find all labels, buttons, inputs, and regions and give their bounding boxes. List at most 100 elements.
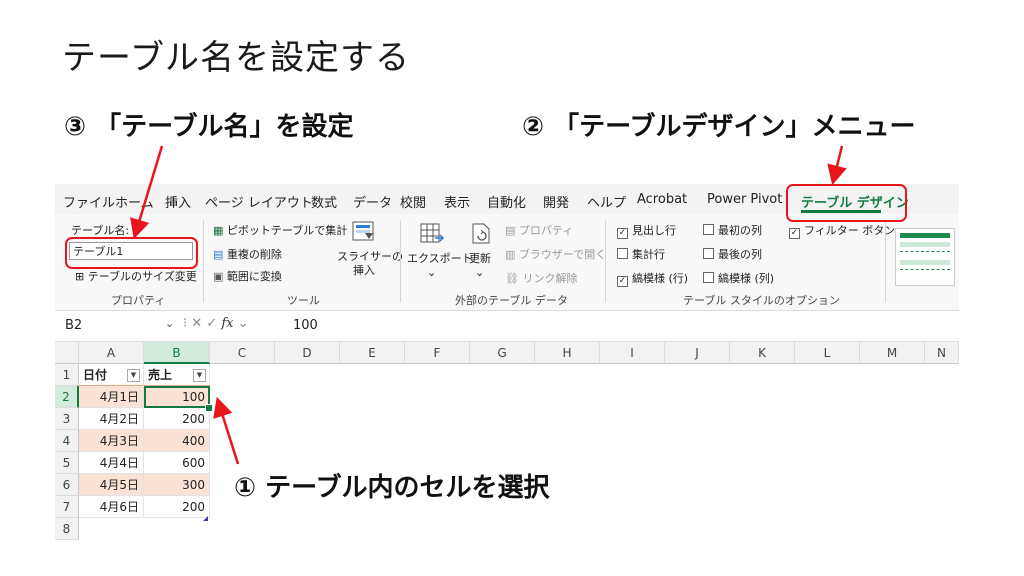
- table-cell[interactable]: 300: [144, 474, 210, 496]
- unlink-button[interactable]: ⛓ リンク解除: [505, 270, 577, 286]
- column-header-e[interactable]: E: [340, 342, 405, 364]
- column-header-a[interactable]: A: [79, 342, 144, 364]
- refresh-button[interactable]: 更新: [469, 250, 491, 266]
- column-header-f[interactable]: F: [405, 342, 470, 364]
- formula-bar: B2 ⌄ ⁝ ✕ ✓ fx ⌄ 100: [55, 311, 959, 342]
- row-header-1[interactable]: 1: [55, 364, 79, 386]
- last-column-checkbox[interactable]: 最後の列: [703, 246, 762, 262]
- formula-dropdown-icon[interactable]: ⌄: [238, 316, 249, 331]
- banded-columns-checkbox[interactable]: 縞模様 (列): [703, 270, 774, 286]
- arrow-to-design-tab: [827, 145, 847, 186]
- row-header-3[interactable]: 3: [55, 408, 79, 430]
- pivot-summarize-button[interactable]: ▦ ピボットテーブルで集計: [213, 222, 347, 238]
- external-properties-button[interactable]: ▤ プロパティ: [505, 222, 573, 238]
- checkbox-checked-icon: ✓: [617, 276, 628, 287]
- tab-view[interactable]: 表示: [444, 192, 470, 211]
- column-header-c[interactable]: C: [210, 342, 275, 364]
- table-name-label: テーブル名:: [71, 224, 130, 237]
- checkbox-checked-icon: ✓: [789, 228, 800, 239]
- name-box-dropdown-icon[interactable]: ⌄: [165, 317, 174, 330]
- filter-dropdown-icon[interactable]: ▼: [193, 369, 206, 382]
- insert-slicer-button-line2[interactable]: 挿入: [353, 262, 375, 278]
- column-header-k[interactable]: K: [730, 342, 795, 364]
- column-header-n[interactable]: N: [925, 342, 959, 364]
- pivot-table-icon: ▦: [213, 224, 227, 237]
- table-header-cell[interactable]: 売上 ▼: [144, 364, 210, 386]
- row-header-7[interactable]: 7: [55, 496, 79, 518]
- row-header-2[interactable]: 2: [55, 386, 79, 408]
- table-cell[interactable]: 4月4日: [79, 452, 144, 474]
- table-cell[interactable]: 4月1日: [79, 386, 144, 408]
- tab-power-pivot[interactable]: Power Pivot: [707, 192, 782, 207]
- formula-bar-controls: ⁝ ✕ ✓ fx ⌄: [183, 316, 249, 331]
- resize-icon: ⊞: [75, 270, 88, 283]
- table-header-cell[interactable]: 日付 ▼: [79, 364, 144, 386]
- tab-automate[interactable]: 自動化: [487, 192, 526, 211]
- column-header-b[interactable]: B: [144, 342, 210, 364]
- name-box[interactable]: B2: [61, 316, 181, 336]
- row-header-6[interactable]: 6: [55, 474, 79, 496]
- tab-insert[interactable]: 挿入: [165, 192, 191, 211]
- tab-acrobat[interactable]: Acrobat: [637, 192, 687, 207]
- tab-home[interactable]: ホーム: [115, 192, 154, 211]
- remove-duplicates-button[interactable]: ▤ 重複の削除: [213, 246, 282, 262]
- header-row-checkbox[interactable]: ✓ 見出し行: [617, 222, 676, 239]
- tab-developer[interactable]: 開発: [543, 192, 569, 211]
- table-cell[interactable]: 400: [144, 430, 210, 452]
- column-header-j[interactable]: J: [665, 342, 730, 364]
- table-cell[interactable]: 4月3日: [79, 430, 144, 452]
- table-cell[interactable]: 200: [144, 496, 210, 518]
- tab-formulas[interactable]: 数式: [311, 192, 337, 211]
- convert-range-icon: ▣: [213, 270, 227, 283]
- unlink-icon: ⛓: [505, 272, 523, 285]
- banded-rows-checkbox[interactable]: ✓ 縞模様 (行): [617, 270, 688, 287]
- group-divider: [400, 220, 401, 302]
- tab-help[interactable]: ヘルプ: [587, 192, 626, 211]
- insert-function-button[interactable]: fx: [221, 316, 233, 331]
- first-column-checkbox[interactable]: 最初の列: [703, 222, 762, 238]
- table-cell[interactable]: 600: [144, 452, 210, 474]
- tab-page-layout[interactable]: ページ レイアウト: [205, 192, 313, 211]
- callout-step1: ① テーブル内のセルを選択: [228, 465, 556, 506]
- select-all-corner[interactable]: [55, 342, 79, 364]
- refresh-dropdown-icon[interactable]: ⌄: [475, 266, 484, 279]
- tab-file[interactable]: ファイル: [63, 192, 115, 211]
- column-header-l[interactable]: L: [795, 342, 860, 364]
- export-button[interactable]: エクスポート: [407, 250, 473, 266]
- column-header-i[interactable]: I: [600, 342, 665, 364]
- table-cell[interactable]: 4月2日: [79, 408, 144, 430]
- highlight-table-name: [65, 237, 198, 269]
- table-resize-handle[interactable]: [203, 516, 208, 521]
- cancel-icon[interactable]: ✕: [191, 316, 206, 331]
- checkbox-icon: [703, 272, 714, 283]
- table-cell[interactable]: 200: [144, 408, 210, 430]
- filter-button-checkbox[interactable]: ✓ フィルター ボタン: [789, 222, 895, 239]
- column-header-h[interactable]: H: [535, 342, 600, 364]
- browser-icon: ▥: [505, 248, 519, 261]
- tab-review[interactable]: 校閲: [400, 192, 426, 211]
- enter-icon[interactable]: ✓: [206, 316, 221, 331]
- row-header-8[interactable]: 8: [55, 518, 79, 540]
- row-header-4[interactable]: 4: [55, 430, 79, 452]
- group-divider: [203, 220, 204, 302]
- tab-data[interactable]: データ: [353, 192, 392, 211]
- total-row-checkbox[interactable]: 集計行: [617, 246, 665, 262]
- convert-to-range-button[interactable]: ▣ 範囲に変換: [213, 268, 282, 284]
- row-header-5[interactable]: 5: [55, 452, 79, 474]
- table-style-gallery[interactable]: [895, 228, 955, 286]
- group-label-style-options: テーブル スタイルのオプション: [683, 294, 840, 307]
- table-cell[interactable]: 4月6日: [79, 496, 144, 518]
- column-header-m[interactable]: M: [860, 342, 925, 364]
- resize-table-button[interactable]: ⊞ テーブルのサイズ変更: [75, 268, 197, 284]
- callout-step2: ② 「テーブルデザイン」メニュー: [522, 112, 916, 142]
- column-header-g[interactable]: G: [470, 342, 535, 364]
- export-dropdown-icon[interactable]: ⌄: [427, 266, 436, 279]
- filter-dropdown-icon[interactable]: ▼: [127, 369, 140, 382]
- group-divider: [605, 220, 606, 302]
- formula-input[interactable]: 100: [293, 316, 318, 336]
- table-cell[interactable]: 4月5日: [79, 474, 144, 496]
- column-header-d[interactable]: D: [275, 342, 340, 364]
- fill-handle[interactable]: [205, 404, 213, 412]
- remove-duplicates-icon: ▤: [213, 248, 227, 261]
- open-in-browser-button[interactable]: ▥ ブラウザーで開く: [505, 246, 606, 262]
